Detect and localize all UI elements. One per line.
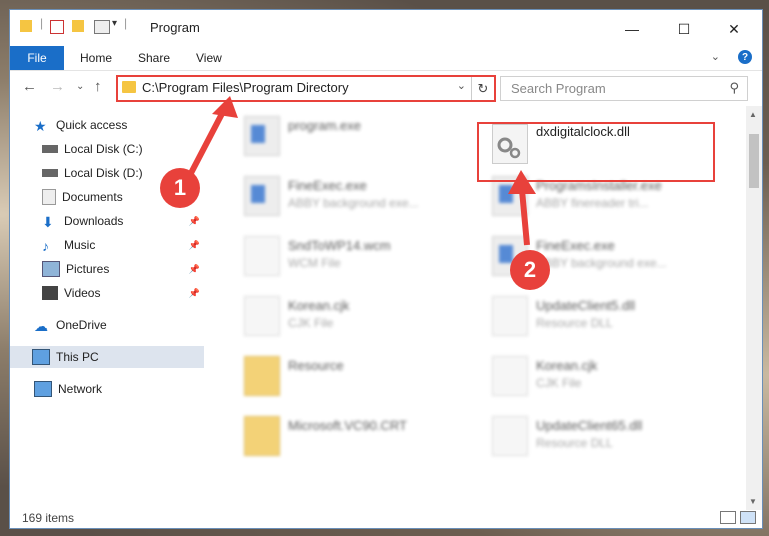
step-badge-2: 2 — [510, 250, 550, 290]
step-badge-1: 1 — [160, 168, 200, 208]
arrow-line-2 — [519, 189, 530, 246]
arrow-head-1 — [212, 96, 238, 118]
arrow-line-1 — [187, 104, 229, 177]
annotation-arrows — [187, 96, 536, 246]
arrow-head-2 — [508, 170, 536, 194]
